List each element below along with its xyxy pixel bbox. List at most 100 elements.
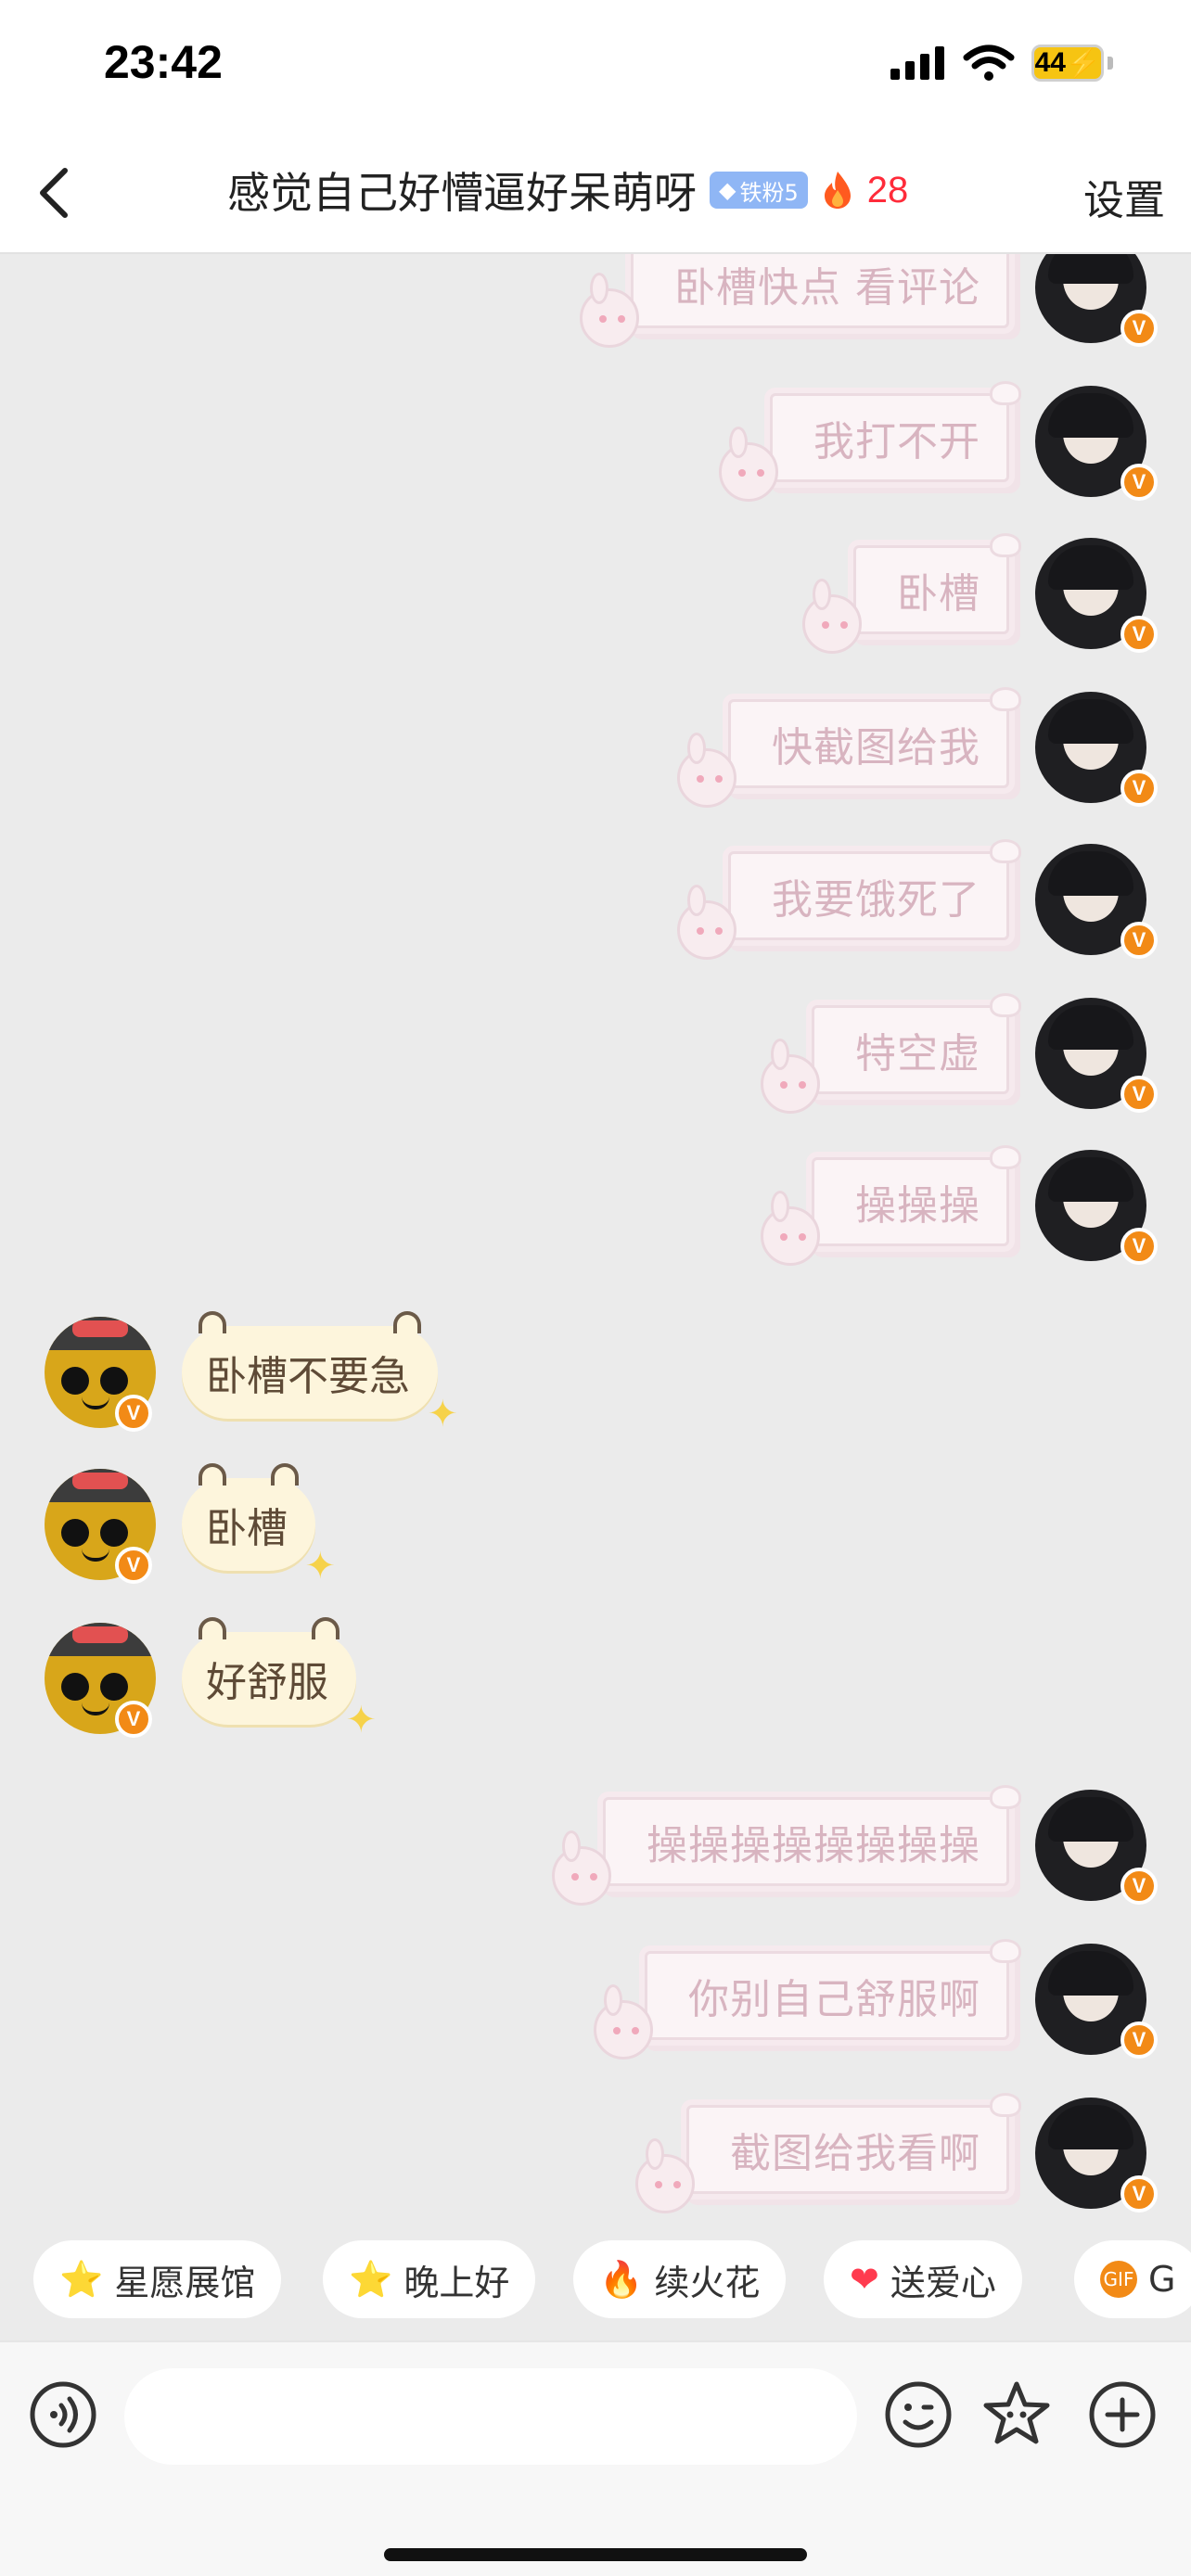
fire-icon: 🔥 <box>599 2258 644 2300</box>
message-text: 操操操 <box>855 1182 980 1230</box>
message-bubble-incoming[interactable]: 卧槽不要急 ✦ <box>182 1311 458 1435</box>
message-bubble-incoming[interactable]: 卧槽 ✦ <box>182 1463 336 1588</box>
back-icon[interactable] <box>24 159 91 226</box>
message-row: 操操操 V <box>0 1145 1191 1280</box>
verified-v-icon: V <box>1121 1228 1158 1265</box>
message-row: 快截图给我 V <box>0 687 1191 822</box>
bunny-sticker-icon <box>761 1039 820 1114</box>
sticker-icon[interactable] <box>981 2379 1052 2450</box>
message-text: 特空虚 <box>855 1030 980 1078</box>
bear-ear-icon <box>312 1617 339 1639</box>
message-text: 快截图给我 <box>772 724 980 772</box>
plus-icon[interactable] <box>1087 2379 1158 2450</box>
message-bubble-outgoing[interactable]: 我要饿死了 <box>677 839 1021 960</box>
diamond-icon: ◆ <box>719 177 736 203</box>
settings-button[interactable]: 设置 <box>1083 167 1165 226</box>
message-row: 特空虚 V <box>0 993 1191 1128</box>
verified-v-icon: V <box>1121 770 1158 807</box>
voice-icon[interactable] <box>28 2379 98 2450</box>
gif-icon: GIF <box>1100 2261 1137 2298</box>
message-text: 操操操操操操操操 <box>647 1822 980 1869</box>
input-bar <box>0 2340 1191 2576</box>
battery-percent: 44 <box>1034 47 1066 78</box>
bow-icon <box>990 381 1021 405</box>
message-text: 卧槽 <box>206 1505 288 1552</box>
message-row: V 好舒服 ✦ <box>0 1617 1191 1753</box>
chip-label: G <box>1148 2259 1176 2300</box>
message-text: 我打不开 <box>813 418 980 465</box>
bear-ear-icon <box>198 1311 226 1333</box>
home-indicator <box>384 2548 807 2561</box>
message-row: V 卧槽不要急 ✦ <box>0 1311 1191 1447</box>
message-bubble-outgoing[interactable]: 操操操操操操操操 <box>552 1785 1021 1906</box>
quick-reply-star-gallery[interactable]: ⭐ 星愿展馆 <box>33 2240 282 2318</box>
chat-header: 感觉自己好懵逼好呆萌呀 ◆ 铁粉5 28 设置 <box>0 130 1191 254</box>
message-row: 卧槽 V <box>0 533 1191 668</box>
charging-bolt-icon: ⚡ <box>1066 47 1101 79</box>
chip-label: 续火花 <box>654 2262 761 2303</box>
quick-reply-good-evening[interactable]: ⭐ 晚上好 <box>323 2240 536 2318</box>
bunny-sticker-icon <box>552 1830 611 1906</box>
verified-v-icon: V <box>1121 464 1158 501</box>
fire-icon <box>824 172 851 209</box>
page-title: 感觉自己好懵逼好呆萌呀 <box>227 168 697 218</box>
bow-icon <box>990 1785 1021 1809</box>
fan-level-label: 铁粉5 <box>739 179 799 206</box>
message-row: 你别自己舒服啊 V <box>0 1939 1191 2073</box>
bow-icon <box>990 687 1021 711</box>
sparkle-icon: ✦ <box>304 1545 336 1588</box>
bear-ear-icon <box>271 1463 299 1486</box>
quick-reply-continue-spark[interactable]: 🔥 续火花 <box>573 2240 787 2318</box>
bunny-sticker-icon <box>594 1984 653 2060</box>
message-row: 操操操操操操操操 V <box>0 1785 1191 1919</box>
message-row: 我打不开 V <box>0 381 1191 516</box>
message-bubble-outgoing[interactable]: 特空虚 <box>761 993 1021 1114</box>
quick-reply-send-heart[interactable]: ❤ 送爱心 <box>824 2240 1022 2318</box>
quick-reply-gif[interactable]: GIF G <box>1074 2240 1191 2318</box>
status-time: 23:42 <box>104 36 223 88</box>
bow-icon <box>990 1145 1021 1169</box>
verified-v-icon: V <box>1121 616 1158 653</box>
bear-ear-icon <box>198 1617 226 1639</box>
quick-reply-bar: ⭐ 星愿展馆 ⭐ 晚上好 🔥 续火花 ❤ 送爱心 GIF G <box>0 2229 1191 2340</box>
message-row: V 卧槽 ✦ <box>0 1463 1191 1599</box>
chat-title[interactable]: 感觉自己好懵逼好呆萌呀 ◆ 铁粉5 28 <box>227 159 908 221</box>
sparkle-icon: ✦ <box>427 1393 458 1435</box>
battery-indicator: 44 ⚡ <box>1031 45 1113 82</box>
message-list[interactable]: 卧槽快点 看评论 V 我打不开 V 卧槽 V 快截图给我 V 我要饿死了 V 特… <box>0 254 1191 2229</box>
message-text: 我要饿死了 <box>772 876 980 924</box>
message-text: 卧槽 <box>897 570 980 618</box>
bow-icon <box>990 839 1021 863</box>
chip-label: 送爱心 <box>890 2262 996 2303</box>
message-bubble-outgoing[interactable]: 截图给我看啊 <box>635 2093 1021 2213</box>
status-bar: 23:42 44 ⚡ <box>0 0 1191 130</box>
verified-v-icon: V <box>115 1395 152 1432</box>
chip-label: 星愿展馆 <box>114 2262 256 2303</box>
bunny-sticker-icon <box>580 273 639 348</box>
message-bubble-outgoing[interactable]: 快截图给我 <box>677 687 1021 808</box>
message-bubble-outgoing[interactable]: 操操操 <box>761 1145 1021 1266</box>
message-bubble-outgoing[interactable]: 我打不开 <box>719 381 1021 502</box>
message-row: 截图给我看啊 V <box>0 2093 1191 2227</box>
bunny-sticker-icon <box>677 885 736 960</box>
star-icon: ⭐ <box>59 2258 104 2300</box>
emoji-icon[interactable] <box>883 2379 954 2450</box>
fan-level-badge: ◆ 铁粉5 <box>710 172 808 209</box>
bunny-sticker-icon <box>677 733 736 808</box>
message-input[interactable] <box>124 2368 857 2465</box>
bear-ear-icon <box>198 1463 226 1486</box>
bunny-sticker-icon <box>802 579 862 654</box>
message-text: 截图给我看啊 <box>730 2130 980 2177</box>
bunny-sticker-icon <box>719 427 778 502</box>
verified-v-icon: V <box>1121 1076 1158 1113</box>
status-icons: 44 ⚡ <box>890 45 1113 82</box>
bear-ear-icon <box>393 1311 421 1333</box>
cellular-signal-icon <box>890 46 946 80</box>
bow-icon <box>990 2093 1021 2117</box>
message-bubble-incoming[interactable]: 好舒服 ✦ <box>182 1617 377 1741</box>
message-bubble-outgoing[interactable]: 你别自己舒服啊 <box>594 1939 1021 2060</box>
message-bubble-outgoing[interactable]: 卧槽 <box>802 533 1021 654</box>
message-bubble-outgoing[interactable]: 卧槽快点 看评论 <box>580 254 1009 348</box>
streak-count: 28 <box>866 169 909 210</box>
battery-level: 44 ⚡ <box>1031 45 1104 82</box>
